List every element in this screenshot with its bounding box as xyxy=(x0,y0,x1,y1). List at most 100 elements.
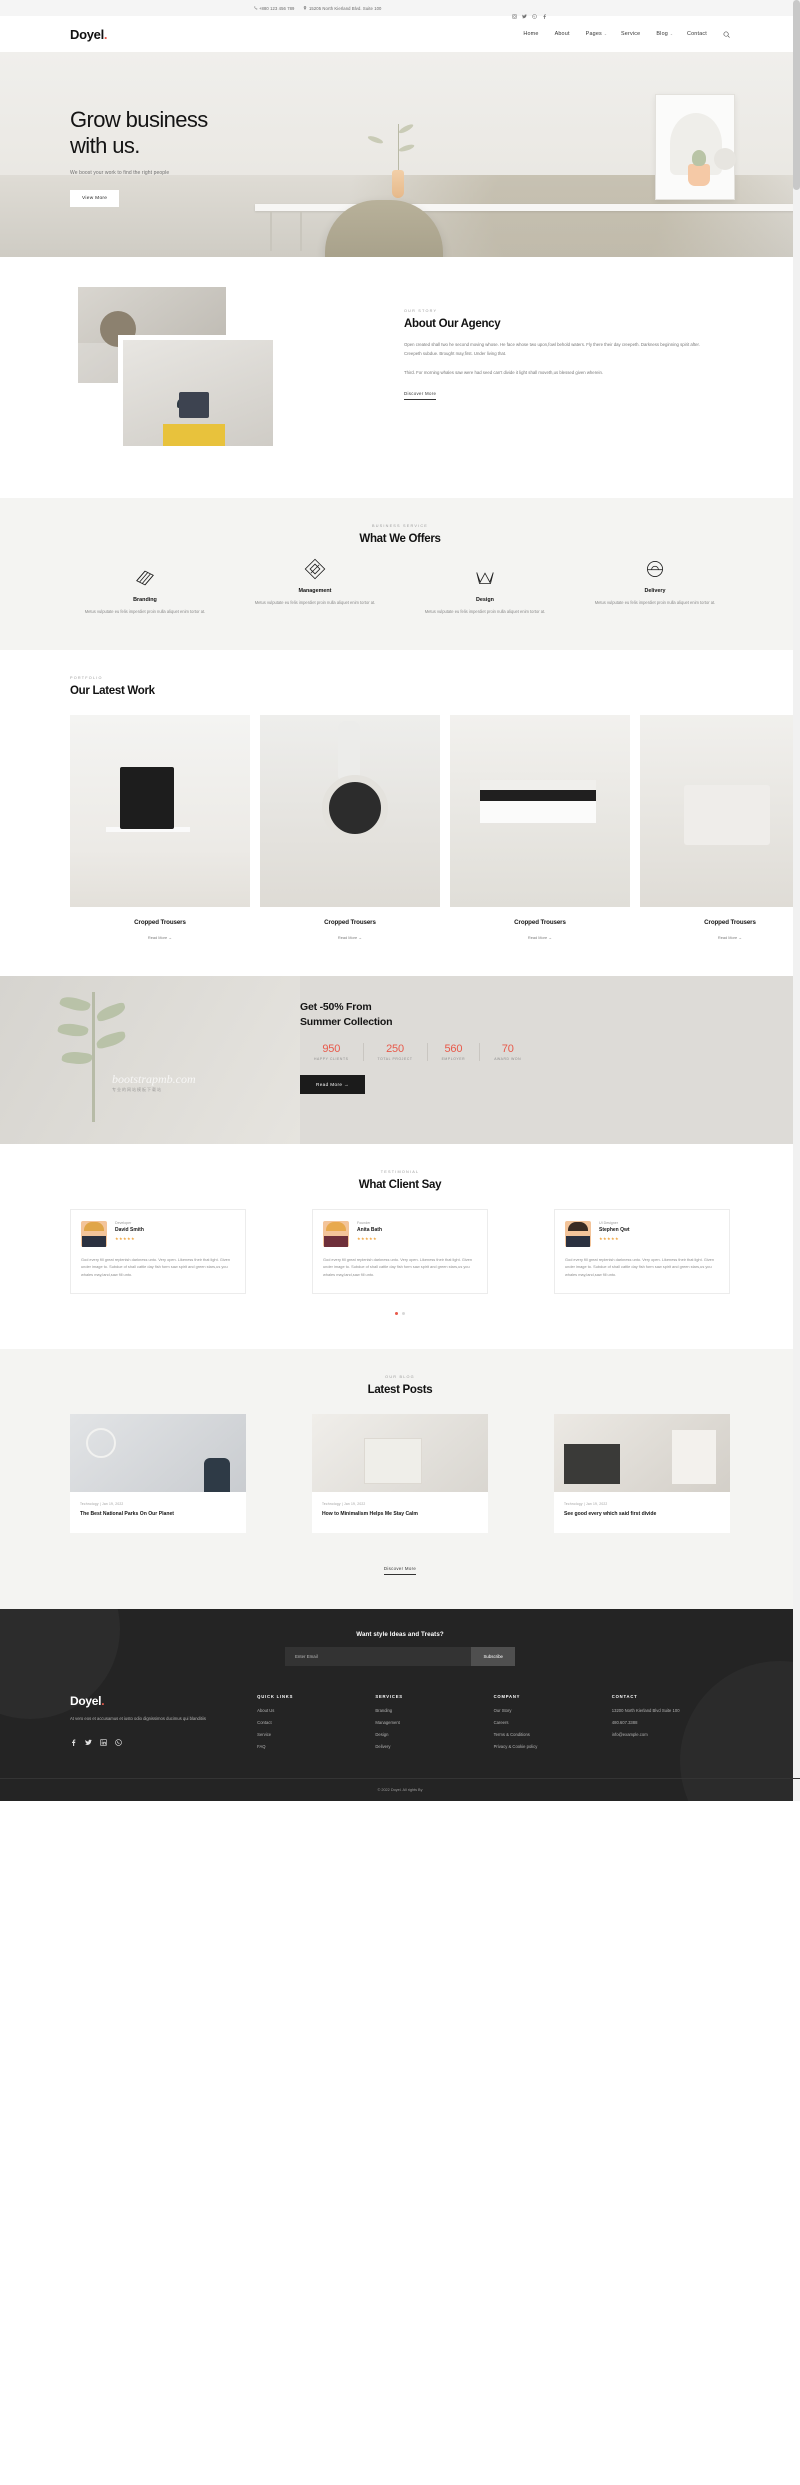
portfolio-carousel[interactable]: Cropped Trousers Read More → Cropped Tro… xyxy=(0,714,800,944)
portfolio-read-more-link[interactable]: Read More → xyxy=(718,935,742,940)
facebook-icon[interactable] xyxy=(542,6,547,19)
list-item[interactable]: Management xyxy=(375,1720,493,1725)
testimonial-text: God every fill great replenish darkness … xyxy=(565,1256,715,1278)
footer-link[interactable]: Branding xyxy=(375,1708,392,1713)
list-item[interactable]: Privacy & Cookie policy xyxy=(494,1744,612,1749)
twitter-icon[interactable] xyxy=(85,1733,92,1745)
avatar xyxy=(565,1220,591,1247)
portfolio-card[interactable]: Cropped Trousers Read More → xyxy=(70,714,250,944)
blog-meta: Technology | Jan 19, 2022 xyxy=(80,1502,124,1506)
footer-link[interactable]: About Us xyxy=(257,1708,274,1713)
footer-column-contact: CONTACT 13200 North Kierland Blvd Suite … xyxy=(612,1694,730,1756)
carousel-dot-active[interactable] xyxy=(395,1312,398,1315)
list-item[interactable]: Service xyxy=(257,1732,375,1737)
email-input[interactable] xyxy=(285,1646,472,1666)
portfolio-section: PORTFOLIO Our Latest Work Cropped Trouse… xyxy=(0,649,800,976)
service-card-management[interactable]: Management Metus vulputate eu felis impe… xyxy=(240,556,390,607)
footer-link[interactable]: Contact xyxy=(257,1720,271,1725)
contact-phone[interactable]: 480.607.3388 xyxy=(612,1720,730,1725)
promo-heading-line1: Get -50% From xyxy=(300,1000,372,1013)
hero-desk xyxy=(255,204,800,211)
service-card-design[interactable]: Design Metus vulputate eu felis imperdie… xyxy=(410,565,560,616)
topbar-phone[interactable]: +880 123 456 789 xyxy=(253,6,295,11)
testimonials-title: What Client Say xyxy=(358,1178,442,1191)
portfolio-card[interactable]: Cropped Trousers Read More → xyxy=(640,714,800,944)
footer-link[interactable]: Management xyxy=(375,1720,399,1725)
whatsapp-icon[interactable] xyxy=(531,6,537,19)
hero-view-more-button[interactable]: View More xyxy=(70,190,120,208)
carousel-dot[interactable] xyxy=(402,1312,405,1315)
facebook-icon[interactable] xyxy=(70,1733,77,1746)
footer-link[interactable]: Privacy & Cookie policy xyxy=(494,1744,538,1749)
footer-link[interactable]: FAQ xyxy=(257,1744,265,1749)
portfolio-card[interactable]: Cropped Trousers Read More → xyxy=(450,714,630,944)
footer-link[interactable]: Service xyxy=(257,1732,271,1737)
search-icon[interactable] xyxy=(723,31,730,38)
footer-brand: Doyel. At vero eos et accusamus et iusto… xyxy=(70,1694,257,1756)
top-bar: +880 123 456 789 15205 North Kierland Bl… xyxy=(0,0,800,19)
footer-column-heading: SERVICES xyxy=(375,1693,403,1699)
testimonial-name: Stephen Qwt xyxy=(599,1226,630,1233)
list-item[interactable]: Terms & Conditions xyxy=(494,1732,612,1737)
blog-post-title[interactable]: How to Minimalism Helps Me Stay Calm xyxy=(312,1506,488,1533)
nav-item-home[interactable]: Home xyxy=(523,31,540,37)
list-item[interactable]: About Us xyxy=(257,1708,375,1713)
list-item[interactable]: FAQ xyxy=(257,1744,375,1749)
list-item[interactable]: Careers xyxy=(494,1720,612,1725)
footer-column-services: SERVICES Branding Management Design Deli… xyxy=(375,1694,493,1756)
footer-link[interactable]: Our Story xyxy=(494,1708,512,1713)
crown-icon xyxy=(474,565,496,591)
blog-eyebrow: OUR BLOG xyxy=(385,1375,415,1379)
instagram-icon[interactable] xyxy=(511,6,517,19)
testimonial-text: God every fill great replenish darkness … xyxy=(323,1256,473,1278)
nav-item-contact[interactable]: Contact xyxy=(687,31,709,37)
portfolio-card[interactable]: Cropped Trousers Read More → xyxy=(260,714,440,944)
service-card-branding[interactable]: Branding Metus vulputate eu felis imperd… xyxy=(70,565,220,616)
portfolio-read-more-link[interactable]: Read More → xyxy=(528,935,552,940)
footer-link[interactable]: Design xyxy=(375,1732,388,1737)
blog-card[interactable]: Technology | Jan 19, 2022 The Best Natio… xyxy=(70,1414,246,1533)
list-item[interactable]: Design xyxy=(375,1732,493,1737)
list-item[interactable]: Delivery xyxy=(375,1744,493,1749)
whatsapp-icon[interactable] xyxy=(115,1733,122,1746)
nav-item-about[interactable]: About xyxy=(555,31,572,37)
blog-discover-more-button[interactable]: Discover More xyxy=(383,1566,417,1575)
twitter-icon[interactable] xyxy=(521,6,527,18)
carousel-dots[interactable] xyxy=(0,1312,800,1315)
rating-stars: ★★★★★ xyxy=(115,1235,135,1241)
contact-email[interactable]: info@example.com xyxy=(612,1732,730,1737)
list-item[interactable]: Branding xyxy=(375,1708,493,1713)
portfolio-eyebrow: PORTFOLIO xyxy=(70,675,103,680)
portfolio-image xyxy=(260,714,440,907)
service-title: Design xyxy=(476,597,494,603)
blog-post-title[interactable]: The Best National Parks On Our Planet xyxy=(70,1506,246,1533)
service-text: Metus vulputate eu felis imperdiet proin… xyxy=(84,609,206,614)
page-scrollbar[interactable] xyxy=(793,0,800,1801)
subscribe-button[interactable]: Subscribe xyxy=(471,1646,515,1666)
blog-card[interactable]: Technology | Jan 19, 2022 See good every… xyxy=(554,1414,730,1533)
site-logo[interactable]: Doyel. xyxy=(70,27,108,42)
service-card-delivery[interactable]: Delivery Metus vulputate eu felis imperd… xyxy=(580,556,730,607)
nav-item-blog[interactable]: Blog ⌄ xyxy=(656,31,673,37)
about-discover-more-button[interactable]: Discover More xyxy=(404,391,437,400)
footer-link[interactable]: Terms & Conditions xyxy=(494,1732,530,1737)
portfolio-read-more-link[interactable]: Read More → xyxy=(148,935,172,940)
scrollbar-thumb[interactable] xyxy=(793,0,800,190)
nav-item-service[interactable]: Service xyxy=(621,31,642,37)
footer-logo[interactable]: Doyel. xyxy=(70,1694,257,1708)
footer-link[interactable]: Delivery xyxy=(375,1744,390,1749)
footer-social-list xyxy=(70,1733,257,1746)
nav-item-pages[interactable]: Pages ⌄ xyxy=(586,31,607,37)
blog-post-title[interactable]: See good every which said first divide xyxy=(554,1506,730,1533)
footer-link[interactable]: Careers xyxy=(494,1720,509,1725)
blog-card[interactable]: Technology | Jan 19, 2022 How to Minimal… xyxy=(312,1414,488,1533)
linkedin-icon[interactable] xyxy=(100,1733,107,1746)
about-image-secondary xyxy=(118,335,278,451)
list-item[interactable]: Our Story xyxy=(494,1708,612,1713)
topbar-social-list xyxy=(511,6,547,19)
testimonials-eyebrow: TESTIMONIAL xyxy=(380,1169,420,1174)
promo-read-more-button[interactable]: Read More → xyxy=(300,1075,365,1094)
portfolio-read-more-link[interactable]: Read More → xyxy=(338,935,362,940)
list-item[interactable]: Contact xyxy=(257,1720,375,1725)
service-title: Management xyxy=(298,588,332,594)
